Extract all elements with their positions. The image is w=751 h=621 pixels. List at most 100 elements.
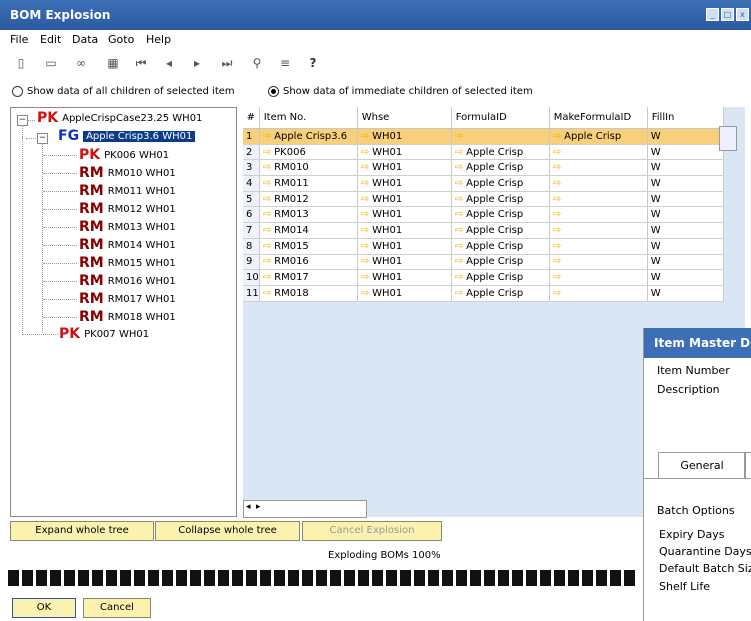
first-record-icon[interactable]: ⏮ (134, 56, 148, 70)
tree-node-child[interactable]: RM RM016 WH01 (79, 274, 176, 288)
table-cell[interactable]: ⇨ WH01 (357, 175, 452, 192)
table-row[interactable]: 1 ⇨ Apple Crisp3.6 ⇨ WH01 ⇨ ⇨ Apple Crisp W (243, 128, 724, 145)
tab-general[interactable]: General (658, 452, 746, 479)
link-arrow-icon[interactable]: ⇨ (361, 131, 369, 142)
link-arrow-icon[interactable]: ⇨ (553, 272, 561, 283)
maximize-icon[interactable]: □ (721, 8, 734, 21)
link-arrow-icon[interactable]: ⇨ (361, 162, 369, 173)
link-arrow-icon[interactable]: ⇨ (361, 194, 369, 205)
table-cell[interactable]: ⇨ RM014 (259, 222, 358, 239)
tree-node-root[interactable]: PK AppleCrispCase23.25 WH01 (37, 111, 202, 125)
link-arrow-icon[interactable]: ⇨ (263, 147, 271, 158)
table-cell[interactable]: ⇨ RM016 (259, 254, 358, 271)
scroll-left-icon[interactable]: ◂ (246, 502, 251, 512)
table-cell[interactable]: ⇨ WH01 (357, 159, 452, 177)
print-icon[interactable]: ▭ (44, 56, 58, 70)
link-arrow-icon[interactable]: ⇨ (553, 162, 561, 173)
column-header[interactable]: MakeFormulaID (549, 107, 648, 129)
menu-file[interactable]: File (10, 33, 28, 46)
link-arrow-icon[interactable]: ⇨ (455, 272, 463, 283)
cancel-explosion-button[interactable]: Cancel Explosion (302, 521, 442, 541)
table-cell[interactable]: W (647, 206, 724, 224)
table-cell[interactable]: ⇨ Apple Crisp (451, 144, 550, 161)
table-cell[interactable]: ⇨ WH01 (357, 128, 452, 145)
tree-node-child[interactable]: RM RM012 WH01 (79, 202, 176, 216)
prev-record-icon[interactable]: ◂ (162, 56, 176, 70)
link-arrow-icon[interactable]: ⇨ (455, 225, 463, 236)
table-cell[interactable]: ⇨ RM018 (259, 285, 358, 302)
table-cell[interactable]: W (647, 128, 724, 145)
link-arrow-icon[interactable]: ⇨ (553, 178, 561, 189)
tree-node-child[interactable]: RM RM017 WH01 (79, 292, 176, 306)
table-cell[interactable]: W (647, 175, 724, 192)
link-arrow-icon[interactable]: ⇨ (361, 272, 369, 283)
list-icon[interactable]: ≡ (278, 56, 292, 70)
radio-all-children[interactable]: Show data of all children of selected it… (12, 86, 235, 97)
table-cell[interactable]: ⇨ WH01 (357, 206, 452, 224)
menu-help[interactable]: Help (146, 33, 171, 46)
link-arrow-icon[interactable]: ⇨ (455, 256, 463, 267)
tree-node-child[interactable]: RM RM011 WH01 (79, 184, 176, 198)
table-cell[interactable]: ⇨ Apple Crisp (451, 159, 550, 177)
table-cell[interactable]: W (647, 285, 724, 302)
link-arrow-icon[interactable]: ⇨ (553, 147, 561, 158)
table-cell[interactable]: ⇨ (549, 222, 648, 239)
link-arrow-icon[interactable]: ⇨ (263, 241, 271, 252)
tree-node-fg[interactable]: FG Apple Crisp3.6 WH01 (58, 129, 196, 143)
link-arrow-icon[interactable]: ⇨ (455, 288, 463, 299)
table-cell[interactable]: ⇨ WH01 (357, 238, 452, 255)
next-record-icon[interactable]: ▸ (190, 56, 204, 70)
table-cell[interactable]: ⇨ Apple Crisp (451, 175, 550, 192)
table-row[interactable]: 2 ⇨ PK006 ⇨ WH01 ⇨ Apple Crisp ⇨ W (243, 144, 724, 161)
link-arrow-icon[interactable]: ⇨ (361, 178, 369, 189)
table-cell[interactable]: ⇨ PK006 (259, 144, 358, 161)
table-cell[interactable]: ⇨ (549, 206, 648, 224)
link-arrow-icon[interactable]: ⇨ (263, 194, 271, 205)
menu-data[interactable]: Data (72, 33, 98, 46)
table-row[interactable]: 8 ⇨ RM015 ⇨ WH01 ⇨ Apple Crisp ⇨ W (243, 238, 724, 255)
help-icon[interactable]: ? (306, 56, 320, 70)
radio-circle-icon[interactable] (12, 86, 23, 97)
tree-node-child[interactable]: RM RM015 WH01 (79, 256, 176, 270)
link-arrow-icon[interactable]: ⇨ (263, 272, 271, 283)
link-arrow-icon[interactable]: ⇨ (263, 288, 271, 299)
link-arrow-icon[interactable]: ⇨ (553, 225, 561, 236)
link-arrow-icon[interactable]: ⇨ (263, 162, 271, 173)
table-cell[interactable]: ⇨ Apple Crisp (451, 269, 550, 286)
table-cell[interactable]: ⇨ (549, 285, 648, 302)
column-header[interactable]: FillIn (647, 107, 724, 129)
link-arrow-icon[interactable]: ⇨ (263, 209, 271, 220)
table-row[interactable]: 6 ⇨ RM013 ⇨ WH01 ⇨ Apple Crisp ⇨ W (243, 206, 724, 224)
table-cell[interactable]: ⇨ Apple Crisp (451, 206, 550, 224)
scroll-right-icon[interactable]: ▸ (256, 502, 261, 512)
column-header[interactable]: Whse (357, 107, 452, 129)
table-cell[interactable]: W (647, 254, 724, 271)
link-arrow-icon[interactable]: ⇨ (263, 178, 271, 189)
vertical-scrollbar[interactable] (719, 126, 737, 151)
tree-node-child[interactable]: RM RM014 WH01 (79, 238, 176, 252)
link-arrow-icon[interactable]: ⇨ (455, 178, 463, 189)
minimize-icon[interactable]: _ (706, 8, 719, 21)
table-cell[interactable]: W (647, 222, 724, 239)
find-icon[interactable]: ∞ (74, 56, 88, 70)
link-arrow-icon[interactable]: ⇨ (553, 131, 561, 142)
link-arrow-icon[interactable]: ⇨ (263, 225, 271, 236)
table-cell[interactable]: ⇨ (549, 159, 648, 177)
table-cell[interactable]: ⇨ (549, 269, 648, 286)
table-row[interactable]: 5 ⇨ RM012 ⇨ WH01 ⇨ Apple Crisp ⇨ W (243, 191, 724, 208)
table-cell[interactable]: ⇨ Apple Crisp (451, 222, 550, 239)
link-arrow-icon[interactable]: ⇨ (263, 256, 271, 267)
link-arrow-icon[interactable]: ⇨ (455, 162, 463, 173)
table-cell[interactable]: ⇨ RM017 (259, 269, 358, 286)
menu-goto[interactable]: Goto (108, 33, 134, 46)
tree-node-child[interactable]: RM RM013 WH01 (79, 220, 176, 234)
tab-next[interactable] (744, 452, 751, 479)
bom-tree[interactable]: − PK AppleCrispCase23.25 WH01 − FG Apple… (10, 107, 237, 517)
table-cell[interactable]: ⇨ RM012 (259, 191, 358, 208)
tree-node-child[interactable]: RM RM018 WH01 (79, 310, 176, 324)
collapse-tree-button[interactable]: Collapse whole tree (155, 521, 300, 541)
table-cell[interactable]: ⇨ WH01 (357, 269, 452, 286)
table-cell[interactable]: ⇨ Apple Crisp (451, 238, 550, 255)
expand-tree-button[interactable]: Expand whole tree (10, 521, 154, 541)
link-arrow-icon[interactable]: ⇨ (455, 147, 463, 158)
